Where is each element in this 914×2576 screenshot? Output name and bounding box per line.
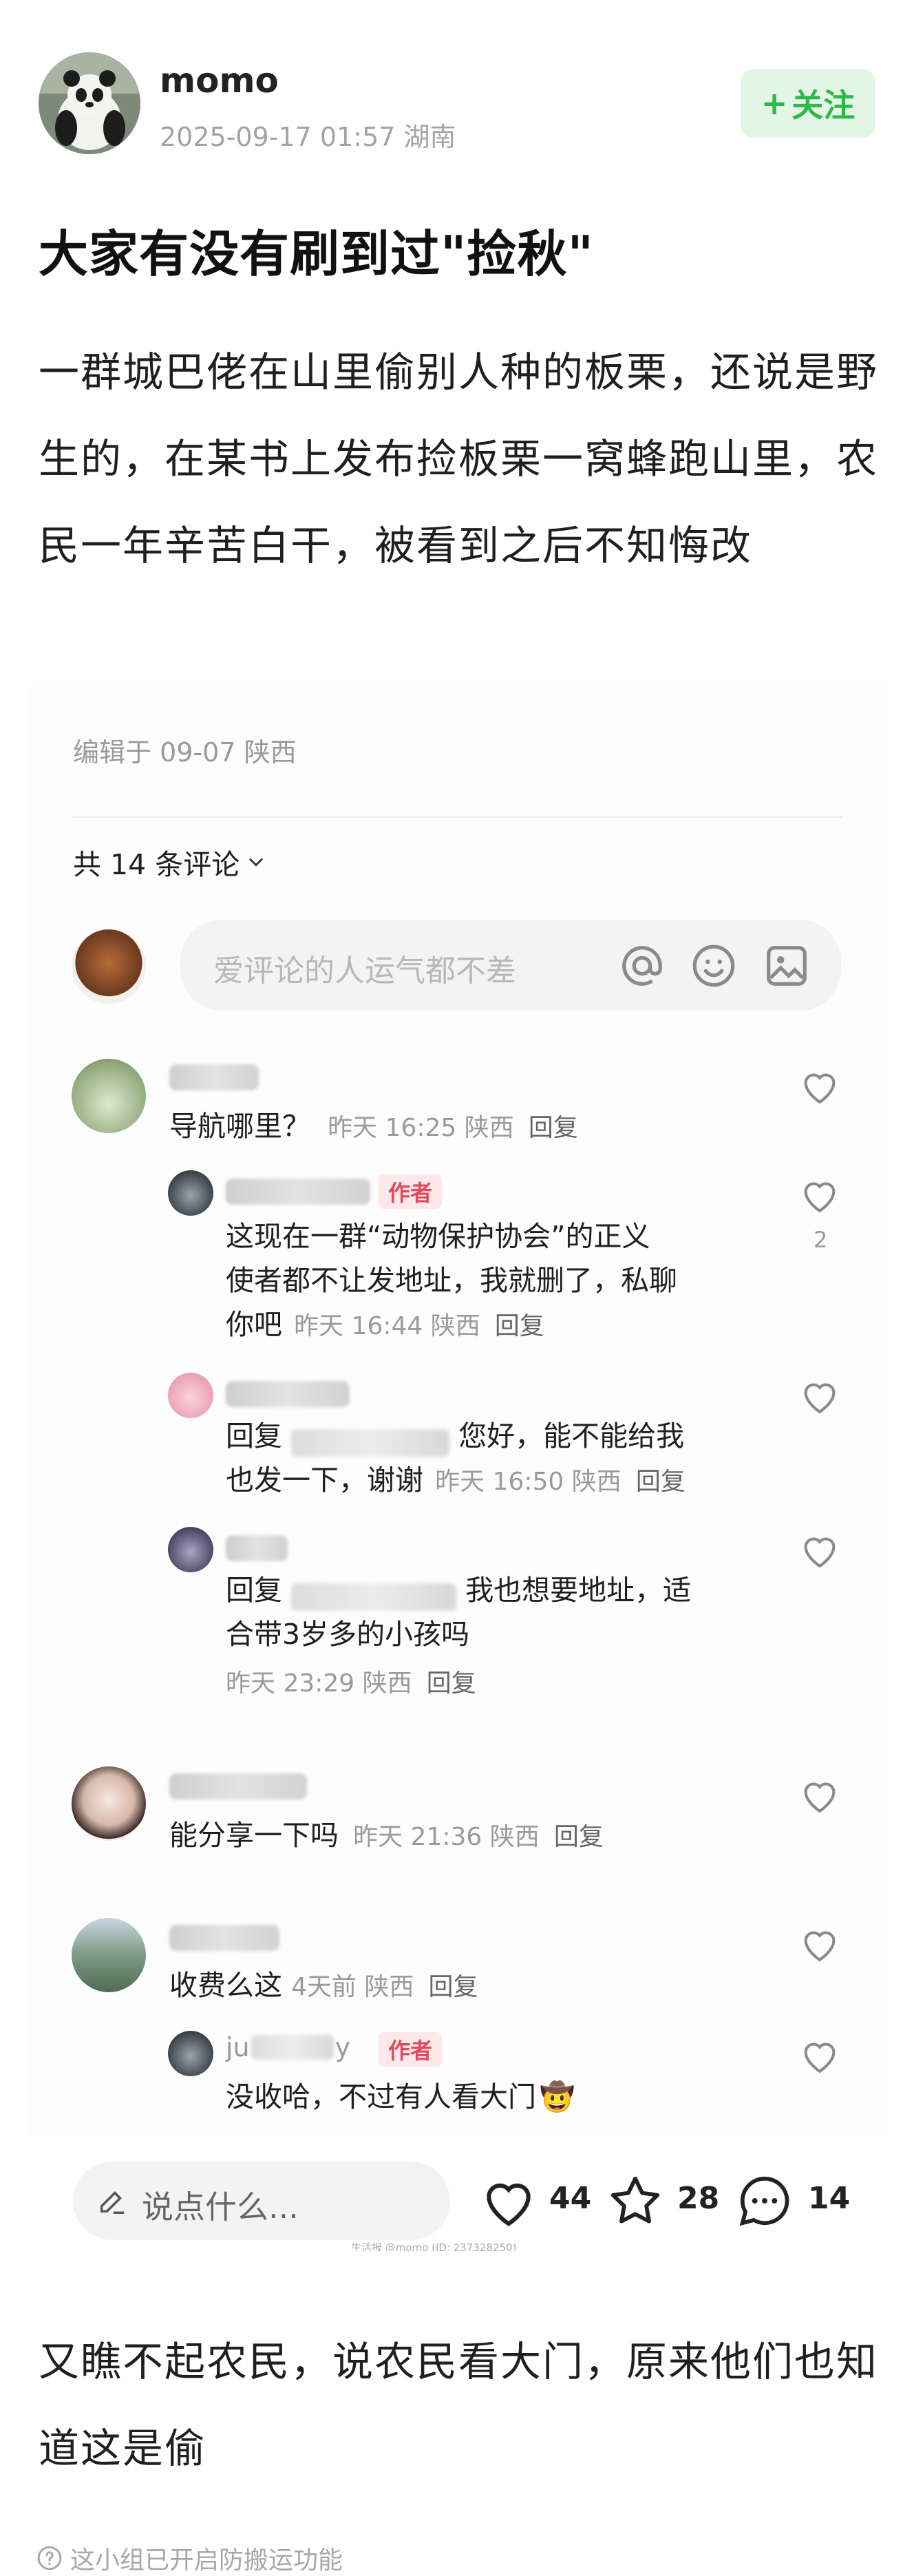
- post-title: 大家有没有刷到过"捡秋": [39, 225, 595, 283]
- reply-text-line: 这现在一群“动物保护协会”的正义: [226, 1220, 650, 1253]
- reply-text-line: 我也想要地址，适: [465, 1574, 692, 1607]
- heart-icon[interactable]: [798, 1776, 841, 1815]
- reply-avatar[interactable]: [168, 1373, 213, 1418]
- reply-prefix: 回复: [226, 1419, 282, 1453]
- watermark: 生活报 @momo (ID: 237328250): [351, 2241, 517, 2251]
- reply-text-line: 合带3岁多的小孩吗: [226, 1618, 470, 1651]
- comment-time: 昨天 21:36 陕西: [353, 1823, 540, 1851]
- reply-link[interactable]: 回复: [554, 1823, 604, 1851]
- image-icon[interactable]: [763, 942, 811, 990]
- reply-time: 昨天 16:50 陕西: [435, 1468, 621, 1496]
- comment-username[interactable]: [169, 1925, 279, 1951]
- post-body: 一群城巴佬在山里偷别人种的板栗，还说是野生的，在某书上发布捡板栗一窝蜂跑山里，农…: [39, 348, 879, 569]
- comment-avatar[interactable]: [72, 1918, 146, 1992]
- mention-icon[interactable]: [618, 942, 666, 990]
- bottom-comment-input[interactable]: 说点什么...: [73, 2162, 450, 2240]
- author-name[interactable]: momo: [160, 61, 279, 101]
- reply-text-line: 您好，能不能给我: [458, 1419, 685, 1453]
- follow-button[interactable]: + 关注: [741, 69, 875, 138]
- reply-username-end: y: [334, 2032, 351, 2062]
- heart-icon[interactable]: [798, 1531, 841, 1570]
- comment-text: 能分享一下吗: [169, 1819, 339, 1852]
- plus-icon: +: [761, 85, 788, 122]
- reply-avatar[interactable]: [168, 1527, 213, 1572]
- comment-time: 昨天 16:25 陕西: [328, 1114, 514, 1142]
- favorite-count: 28: [677, 2181, 720, 2216]
- star-icon[interactable]: [606, 2171, 665, 2230]
- chevron-down-icon: [249, 858, 263, 867]
- reply-link[interactable]: 回复: [529, 1114, 578, 1142]
- comment-input-placeholder: 爱评论的人运气都不差: [213, 953, 516, 989]
- like-count: 44: [549, 2181, 592, 2216]
- username-blur: [251, 2035, 334, 2060]
- reply-username[interactable]: [226, 1535, 288, 1561]
- reply-avatar[interactable]: [168, 1170, 213, 1216]
- comment-username[interactable]: [169, 1773, 307, 1799]
- reply-time: 昨天 23:29 陕西: [226, 1669, 412, 1698]
- heart-icon[interactable]: [798, 1067, 841, 1106]
- heart-icon[interactable]: [798, 2036, 841, 2075]
- pencil-icon: [100, 2191, 125, 2214]
- reply-meta: 昨天 23:29 陕西 回复: [226, 1663, 476, 1699]
- comment-item: 导航哪里？ 昨天 16:25 陕西 回复: [169, 1104, 578, 1148]
- question-circle-icon: [37, 2546, 62, 2570]
- reply-item: 没收哈，不过有人看大门 🤠: [226, 2075, 575, 2119]
- divider: [72, 816, 842, 818]
- post-meta: 2025-09-17 01:57 湖南: [160, 122, 456, 152]
- heart-icon[interactable]: [798, 1176, 841, 1214]
- reply-avatar[interactable]: [168, 2031, 213, 2076]
- reply-link[interactable]: 回复: [427, 1669, 476, 1698]
- comment-avatar[interactable]: [72, 1059, 146, 1133]
- anti-repost-notice: 这小组已开启防搬运功能: [36, 2540, 343, 2576]
- comment-count[interactable]: 共 14 条评论: [73, 841, 266, 883]
- reply-meta: 也发一下，谢谢 昨天 16:50 陕西 回复: [226, 1458, 686, 1502]
- reply-link[interactable]: 回复: [495, 1312, 544, 1340]
- reply-text-line: 使者都不让发地址，我就删了，私聊: [226, 1264, 677, 1297]
- comment-count-label: 共 14 条评论: [73, 848, 240, 881]
- comment-username[interactable]: [169, 1064, 259, 1090]
- embedded-screenshot: 编辑于 09-07 陕西 共 14 条评论 爱评论的人运气都不差 导航哪里？ 昨…: [28, 682, 886, 2251]
- edited-label: 编辑于 09-07 陕西: [73, 737, 297, 768]
- emoji-icon[interactable]: [690, 942, 738, 990]
- bottom-input-placeholder: 说点什么...: [142, 2188, 299, 2226]
- comment-input[interactable]: 爱评论的人运气都不差: [180, 920, 841, 1011]
- comment-text: 导航哪里？: [169, 1110, 310, 1143]
- reply-text-line: 也发一下，谢谢: [226, 1464, 423, 1497]
- mention-blur: [291, 1583, 457, 1611]
- reply-item: 回复 您好，能不能给我: [226, 1414, 684, 1458]
- reply-username-start: ju: [226, 2032, 250, 2062]
- comment-avatar[interactable]: [72, 1766, 146, 1841]
- post-footer-text: 又瞧不起农民，说农民看大门，原来他们也知道这是偷: [39, 2338, 879, 2472]
- panda-avatar-image: [39, 52, 140, 154]
- author-avatar[interactable]: [39, 52, 140, 154]
- mention-blur: [291, 1428, 450, 1457]
- reply-text-line: 你吧: [226, 1308, 282, 1341]
- reply-text-line: 没收哈，不过有人看大门: [226, 2080, 536, 2113]
- comment-item: 能分享一下吗 昨天 21:36 陕西 回复: [169, 1813, 604, 1857]
- reply-username[interactable]: [226, 1381, 350, 1407]
- reply-link[interactable]: 回复: [429, 1973, 478, 2001]
- comment-total: 14: [808, 2181, 851, 2216]
- cowboy-emoji-icon: 🤠: [540, 2080, 575, 2113]
- like-count: 2: [814, 1227, 828, 1253]
- heart-icon[interactable]: [479, 2174, 538, 2229]
- author-badge: 作者: [379, 2032, 443, 2067]
- reply-item: 回复 我也想要地址，适: [226, 1568, 691, 1612]
- heart-icon[interactable]: [798, 1925, 841, 1963]
- reply-meta: 你吧 昨天 16:44 陕西 回复: [226, 1302, 544, 1347]
- comment-item: 收费么这 4天前 陕西 回复: [169, 1963, 478, 2007]
- reply-prefix: 回复: [226, 1574, 282, 1607]
- reply-link[interactable]: 回复: [636, 1468, 686, 1496]
- comment-bubble-icon[interactable]: [735, 2171, 794, 2230]
- heart-icon[interactable]: [798, 1377, 841, 1415]
- follow-label: 关注: [791, 87, 855, 124]
- reply-username[interactable]: ju y: [226, 2032, 350, 2062]
- author-badge: 作者: [379, 1174, 443, 1209]
- reply-time: 昨天 16:44 陕西: [294, 1312, 480, 1340]
- comment-time: 4天前 陕西: [291, 1973, 414, 2001]
- anti-repost-text: 这小组已开启防搬运功能: [70, 2546, 343, 2575]
- comment-text: 收费么这: [169, 1969, 282, 2002]
- reply-username[interactable]: [226, 1179, 370, 1205]
- user-avatar: [72, 929, 146, 1004]
